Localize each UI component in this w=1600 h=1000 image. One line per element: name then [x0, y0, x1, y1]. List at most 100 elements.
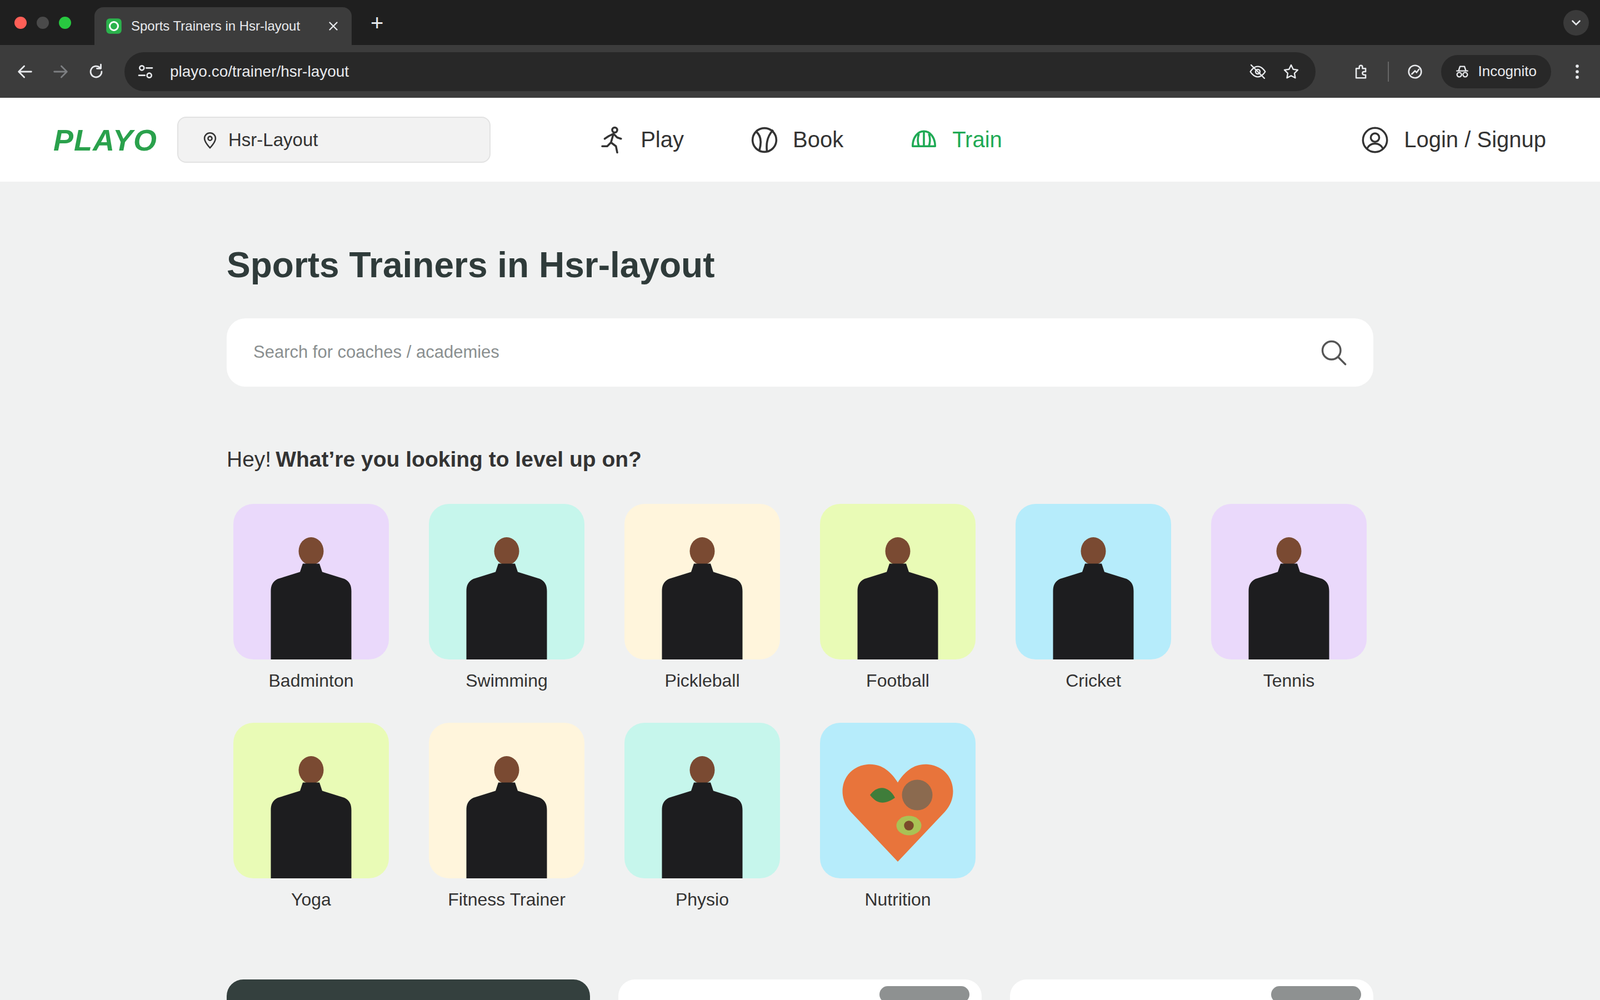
window-controls	[14, 16, 72, 29]
prompt-lead: Hey!	[226, 447, 272, 472]
login-button[interactable]: Login / Signup	[1360, 125, 1547, 155]
category-label: Cricket	[1065, 670, 1122, 692]
person-photo-icon	[241, 739, 381, 879]
category-photo[interactable]	[233, 503, 389, 660]
category-label: Swimming	[465, 670, 548, 692]
category-item[interactable]: Swimming	[428, 503, 585, 692]
runner-icon	[597, 125, 628, 155]
category-item[interactable]: Badminton	[233, 503, 389, 692]
category-photo[interactable]	[820, 722, 976, 879]
card-tag	[1271, 986, 1362, 1000]
url-text[interactable]: playo.co/trainer/hsr-layout	[170, 62, 349, 81]
nav-item[interactable]: Book	[749, 125, 844, 155]
category-photo[interactable]	[233, 722, 389, 879]
category-item[interactable]: Physio	[624, 722, 780, 910]
screen: Sports Trainers in Hsr-layout + playo.co/t…	[0, 0, 1600, 1000]
category-label: Tennis	[1263, 670, 1315, 692]
category-item[interactable]: Pickleball	[624, 503, 780, 692]
section-prompt: Hey!What’re you looking to level up on?	[226, 446, 1374, 473]
playo-logo[interactable]: PLAYO	[53, 122, 158, 158]
incognito-badge[interactable]: Incognito	[1441, 55, 1552, 89]
toolbar: playo.co/trainer/hsr-layout Incognito	[0, 45, 1600, 98]
category-label: Yoga	[291, 889, 332, 910]
new-tab-button[interactable]: +	[366, 11, 388, 34]
cap-icon	[908, 125, 939, 155]
category-label: Pickleball	[664, 670, 740, 692]
category-photo[interactable]	[624, 503, 780, 660]
prompt-question: What’re you looking to level up on?	[275, 447, 642, 472]
person-photo-icon	[1023, 520, 1163, 660]
person-photo-icon	[1219, 520, 1359, 660]
header-left: PLAYO Hsr-Layout	[53, 116, 598, 163]
nav-item[interactable]: Play	[597, 125, 684, 155]
category-item[interactable]: Nutrition	[820, 722, 976, 910]
back-arrow-icon[interactable]	[15, 62, 35, 82]
category-label: Physio	[675, 889, 729, 910]
category-item[interactable]: Cricket	[1015, 503, 1172, 692]
category-item[interactable]: Football	[820, 503, 976, 692]
maximize-light[interactable]	[58, 16, 72, 29]
location-text: Hsr-Layout	[228, 129, 318, 151]
site-settings-icon[interactable]	[136, 62, 155, 81]
tab-strip: Sports Trainers in Hsr-layout +	[0, 0, 1600, 45]
category-grid: Badminton Swimming Pickleball Football Crick…	[226, 503, 1374, 911]
person-photo-icon	[632, 739, 772, 879]
featured-card[interactable]	[618, 979, 982, 1000]
chevron-down-icon	[1568, 15, 1584, 30]
search-icon[interactable]	[1318, 337, 1348, 367]
category-photo[interactable]	[1211, 503, 1367, 660]
ball-icon	[749, 125, 780, 155]
menu-dots-icon[interactable]	[1567, 62, 1587, 82]
person-photo-icon	[241, 520, 381, 660]
category-label: Badminton	[268, 670, 354, 692]
category-photo[interactable]	[428, 722, 585, 879]
featured-card[interactable]	[226, 979, 590, 1000]
search-box[interactable]: Search for coaches / academies	[226, 318, 1374, 387]
category-label: Nutrition	[864, 889, 931, 910]
tab-search-button[interactable]	[1563, 10, 1589, 36]
forward-arrow-icon[interactable]	[51, 62, 70, 82]
nav-label: Book	[792, 127, 844, 153]
category-photo[interactable]	[624, 722, 780, 879]
main-nav: Play Book Train	[597, 125, 1003, 155]
location-pin-icon	[200, 130, 220, 150]
food-photo-icon	[828, 739, 968, 879]
close-tab-icon[interactable]	[326, 18, 341, 34]
browser-tab[interactable]: Sports Trainers in Hsr-layout	[94, 7, 352, 45]
user-icon	[1360, 125, 1390, 155]
category-photo[interactable]	[428, 503, 585, 660]
search-placeholder: Search for coaches / academies	[253, 342, 1319, 363]
category-item[interactable]: Fitness Trainer	[428, 722, 585, 910]
bookmark-star-icon[interactable]	[1282, 62, 1300, 81]
person-photo-icon	[632, 520, 772, 660]
extensions-icon[interactable]	[1352, 62, 1372, 82]
category-item[interactable]: Tennis	[1211, 503, 1367, 692]
page-title: Sports Trainers in Hsr-layout	[226, 243, 1374, 287]
performance-icon[interactable]	[1405, 62, 1425, 82]
nav-label: Train	[952, 127, 1003, 153]
reload-icon[interactable]	[86, 62, 106, 82]
profile-label: Incognito	[1477, 62, 1537, 80]
category-label: Fitness Trainer	[447, 889, 566, 910]
toolbar-separator	[1387, 61, 1389, 82]
incognito-icon	[1453, 62, 1472, 81]
location-selector[interactable]: Hsr-Layout	[177, 116, 491, 163]
category-item[interactable]: Yoga	[233, 722, 389, 910]
card-tag	[879, 986, 970, 1000]
featured-cards	[226, 979, 1374, 1000]
minimize-light[interactable]	[36, 16, 49, 29]
category-photo[interactable]	[1015, 503, 1172, 660]
favicon-icon	[105, 17, 123, 35]
nav-item[interactable]: Train	[908, 125, 1003, 155]
site-header: PLAYO Hsr-Layout Play Book Train Login / Sign…	[0, 97, 1600, 182]
eye-off-icon[interactable]	[1248, 62, 1267, 81]
person-photo-icon	[437, 739, 577, 879]
address-bar[interactable]: playo.co/trainer/hsr-layout	[124, 52, 1316, 92]
category-label: Football	[866, 670, 930, 692]
category-photo[interactable]	[820, 503, 976, 660]
tab-title: Sports Trainers in Hsr-layout	[131, 18, 318, 34]
nav-label: Play	[640, 127, 684, 153]
login-text: Login / Signup	[1403, 127, 1547, 153]
close-light[interactable]	[14, 16, 27, 29]
featured-card[interactable]	[1010, 979, 1374, 1000]
